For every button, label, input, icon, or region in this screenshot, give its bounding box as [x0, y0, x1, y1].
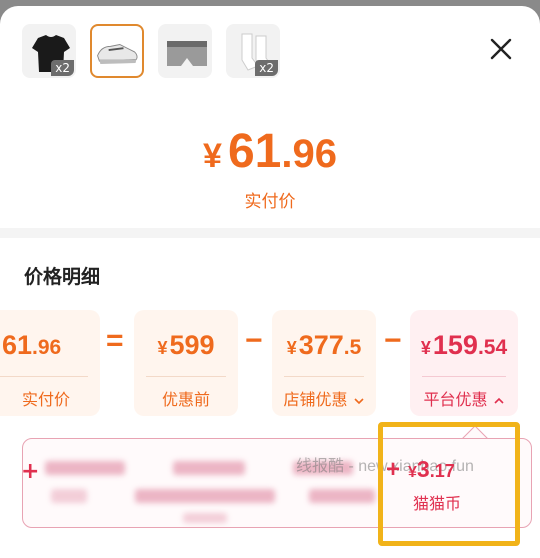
card-integer: 377	[298, 330, 344, 360]
card-currency: ¥	[286, 338, 297, 358]
price-integer: 61	[227, 125, 282, 178]
price-decimal: .96	[281, 132, 337, 176]
final-price: ¥ 61 .96 实付价	[0, 124, 540, 212]
card-decimal: .54	[477, 336, 508, 359]
quantity-badge: x2	[51, 60, 74, 76]
card-label: 实付价	[22, 390, 71, 409]
minus-operator: −	[384, 324, 402, 357]
card-label: 店铺优惠	[272, 386, 376, 410]
breakdown-card-platform[interactable]: ¥159.54 平台优惠	[410, 310, 518, 416]
card-currency: ¥	[420, 338, 431, 358]
blurred-content	[45, 461, 125, 475]
section-divider	[0, 228, 540, 238]
card-decimal: .5	[343, 336, 362, 359]
platform-discount-label: 平台优惠	[423, 390, 488, 409]
price-detail-sheet: x2 x2 ¥ 61 .96 实付价 价格明细 61.96 实付价 = ¥599…	[0, 6, 540, 558]
breakdown-card-paid: ¥61.96 实付价	[0, 310, 100, 416]
blurred-content	[183, 513, 227, 523]
breakdown-card-original: ¥599 优惠前	[134, 310, 238, 416]
card-label: 优惠前	[161, 390, 210, 409]
minus-operator: −	[245, 324, 263, 357]
blurred-content	[135, 489, 275, 503]
card-integer: 61	[2, 330, 33, 360]
sneaker-thumbnail[interactable]	[90, 24, 144, 78]
card-currency: ¥	[157, 338, 168, 358]
card-decimal: .96	[32, 336, 62, 359]
store-discount-label: 店铺优惠	[283, 390, 348, 409]
currency-symbol: ¥	[203, 137, 222, 175]
chevron-down-icon	[353, 397, 364, 404]
card-integer: 599	[169, 330, 215, 360]
final-price-label: 实付价	[244, 192, 296, 212]
tshirt-thumbnail[interactable]: x2	[22, 24, 76, 78]
product-thumbnails: x2 x2	[22, 24, 280, 78]
breakdown-card-store[interactable]: ¥377.5 店铺优惠	[272, 310, 376, 416]
plus-sign: +	[21, 459, 40, 484]
breakdown-title: 价格明细	[24, 266, 101, 288]
socks-thumbnail[interactable]: x2	[226, 24, 280, 78]
card-integer: 159	[432, 330, 478, 360]
card-label: 平台优惠	[410, 386, 518, 410]
underwear-thumbnail[interactable]	[158, 24, 212, 78]
equals-operator: =	[106, 324, 124, 357]
blurred-content	[173, 461, 245, 475]
highlight-box	[378, 422, 520, 546]
chevron-up-icon	[493, 397, 504, 404]
blurred-content	[51, 489, 87, 503]
blurred-content	[309, 489, 375, 503]
close-icon[interactable]	[488, 36, 514, 62]
quantity-badge: x2	[255, 60, 278, 76]
